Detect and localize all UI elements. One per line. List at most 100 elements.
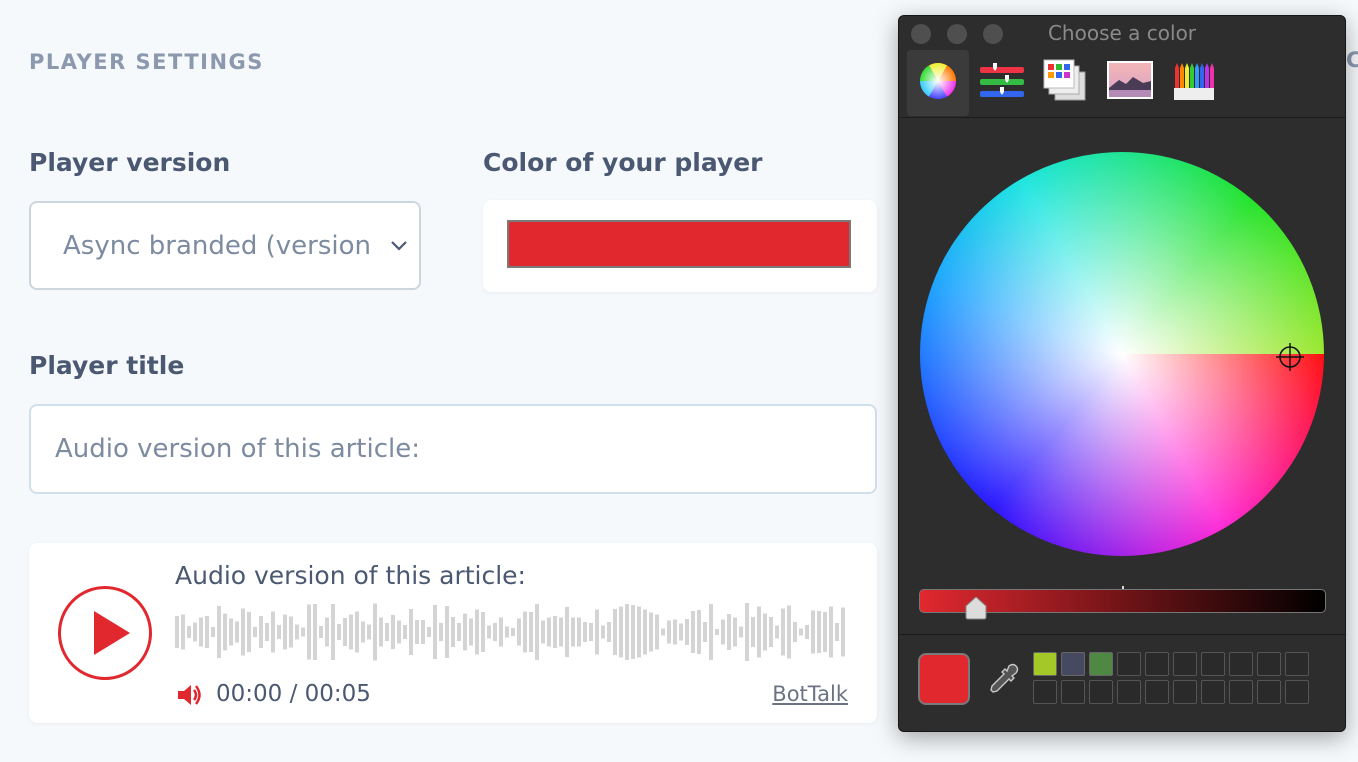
empty-swatch-slot[interactable]	[1201, 652, 1225, 676]
empty-swatch-slot[interactable]	[1173, 652, 1197, 676]
crosshair-icon[interactable]	[1275, 342, 1305, 372]
empty-swatch-slot[interactable]	[1229, 652, 1253, 676]
waveform-bar	[493, 623, 497, 641]
empty-swatch-slot[interactable]	[1145, 680, 1169, 704]
waveform-bar	[223, 613, 227, 651]
waveform-bar	[727, 614, 731, 650]
slider-thumb[interactable]	[964, 596, 988, 620]
tab-image-palettes[interactable]	[1099, 50, 1161, 116]
waveform-bar	[481, 612, 485, 652]
color-wheel-icon	[920, 62, 956, 100]
player-color-label: Color of your player	[483, 148, 763, 177]
playback-time: 00:00 / 00:05	[216, 681, 371, 707]
waveform-bar	[229, 618, 233, 646]
waveform-bar	[811, 610, 815, 654]
empty-swatch-slot[interactable]	[1201, 680, 1225, 704]
color-picker-panel: Choose a color	[898, 15, 1346, 732]
empty-swatch-slot[interactable]	[1089, 680, 1113, 704]
waveform-bar	[637, 606, 641, 658]
empty-swatch-slot[interactable]	[1117, 652, 1141, 676]
waveform-bar	[745, 603, 749, 661]
waveform-bar	[415, 620, 419, 644]
empty-swatch-slot[interactable]	[1117, 680, 1141, 704]
waveform-bar	[289, 616, 293, 648]
saved-color-swatch[interactable]	[1061, 652, 1085, 676]
tab-color-palettes[interactable]	[1035, 50, 1097, 116]
waveform-bar	[655, 614, 659, 650]
tab-color-wheel[interactable]	[907, 50, 969, 116]
waveform-bar	[589, 623, 593, 641]
waveform-bar	[793, 622, 797, 642]
crayon	[1195, 63, 1199, 90]
color-wheel[interactable]	[920, 152, 1324, 556]
crayons-icon	[1174, 63, 1214, 100]
waveform-bar	[751, 617, 755, 647]
waveform-bar	[523, 611, 527, 653]
waveform-bar	[787, 605, 791, 659]
empty-swatch-slot[interactable]	[1257, 680, 1281, 704]
color-sliders-icon	[980, 63, 1024, 97]
empty-swatch-slot[interactable]	[1145, 652, 1169, 676]
waveform-bar	[325, 617, 329, 647]
empty-swatch-slot[interactable]	[1173, 680, 1197, 704]
player-version-value: Async branded (version 3)	[63, 231, 406, 261]
waveform-bar	[367, 624, 371, 640]
waveform-bar	[337, 624, 341, 640]
player-version-select[interactable]: Async branded (version 3)	[29, 201, 421, 290]
waveform-bar	[613, 609, 617, 655]
audio-waveform[interactable]	[175, 601, 851, 663]
crayon	[1205, 63, 1209, 90]
empty-swatch-slot[interactable]	[1285, 680, 1309, 704]
tab-color-sliders[interactable]	[971, 50, 1033, 116]
brand-link[interactable]: BotTalk	[772, 682, 848, 706]
waveform-bar	[181, 614, 185, 650]
crayon	[1190, 63, 1194, 90]
player-color-swatch[interactable]	[507, 220, 851, 268]
player-title-input[interactable]	[29, 404, 877, 494]
waveform-bar	[799, 628, 803, 636]
waveform-bar	[661, 628, 665, 636]
waveform-bar	[445, 606, 449, 658]
tab-crayons[interactable]	[1163, 50, 1225, 116]
crayon	[1210, 63, 1214, 90]
waveform-bar	[217, 606, 221, 658]
waveform-bar	[679, 623, 683, 641]
waveform-bar	[601, 625, 605, 639]
waveform-bar	[277, 625, 281, 639]
speaker-icon[interactable]	[175, 681, 203, 709]
waveform-bar	[457, 623, 461, 641]
waveform-bar	[697, 610, 701, 654]
eyedropper-icon[interactable]	[987, 662, 1021, 696]
player-preview: Audio version of this article: 00:00 / 0…	[29, 543, 877, 723]
empty-swatch-slot[interactable]	[1229, 680, 1253, 704]
waveform-bar	[475, 609, 479, 655]
current-color-swatch[interactable]	[918, 653, 970, 705]
waveform-bar	[463, 613, 467, 651]
waveform-bar	[397, 620, 401, 644]
waveform-bar	[349, 614, 353, 650]
image-palettes-icon	[1107, 61, 1153, 99]
offscreen-heading-fragment: C	[1346, 48, 1358, 72]
empty-swatch-slot[interactable]	[1061, 680, 1085, 704]
empty-swatch-slot[interactable]	[1033, 680, 1057, 704]
waveform-bar	[517, 618, 521, 646]
waveform-bar	[667, 620, 671, 644]
waveform-bar	[301, 627, 305, 637]
player-color-field	[483, 200, 877, 292]
waveform-bar	[343, 618, 347, 646]
waveform-bar	[571, 617, 575, 647]
waveform-bar	[541, 620, 545, 644]
waveform-bar	[769, 617, 773, 647]
waveform-bar	[805, 625, 809, 639]
waveform-bar	[817, 611, 821, 653]
saved-color-swatch[interactable]	[1089, 652, 1113, 676]
waveform-bar	[511, 628, 515, 636]
waveform-bar	[241, 608, 245, 656]
waveform-bar	[235, 621, 239, 643]
play-button[interactable]	[58, 586, 152, 680]
waveform-bar	[577, 617, 581, 647]
waveform-bar	[247, 612, 251, 652]
empty-swatch-slot[interactable]	[1257, 652, 1281, 676]
saved-color-swatch[interactable]	[1033, 652, 1057, 676]
empty-swatch-slot[interactable]	[1285, 652, 1309, 676]
